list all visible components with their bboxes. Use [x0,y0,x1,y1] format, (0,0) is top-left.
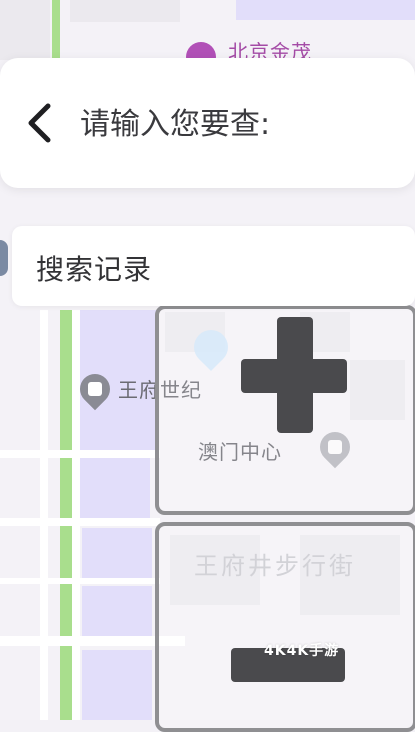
map-block [0,0,50,60]
search-history-label: 搜索记录 [36,253,153,286]
zoom-out-button[interactable] [155,522,415,732]
green-belt [60,310,72,720]
back-button[interactable] [20,98,60,148]
watermark: 4K4K手游 [264,643,340,659]
map-block [236,0,415,20]
search-input[interactable] [80,98,304,150]
side-handle[interactable] [0,240,8,276]
search-history-card[interactable]: 搜索记录 [12,226,415,306]
map-block [80,458,150,518]
road [0,518,160,526]
map-block [82,586,152,636]
road [0,578,160,584]
map-block [70,0,180,22]
road [72,310,80,720]
road [0,450,160,458]
map-block [82,650,152,720]
back-arrow-icon [28,103,51,143]
zoom-in-button[interactable] [155,305,415,515]
green-belt [52,0,60,60]
map-block [82,528,152,578]
search-bar [0,58,415,188]
road [40,310,48,720]
